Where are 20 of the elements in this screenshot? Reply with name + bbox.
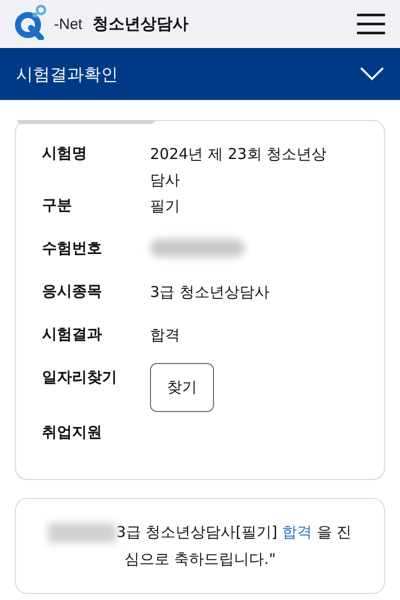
field-value: 3급 청소년상담사	[150, 282, 270, 303]
section-bar[interactable]: 시험결과확인	[0, 48, 400, 100]
field-label: 시험결과	[42, 324, 103, 345]
field-label: 응시종목	[42, 281, 103, 302]
congratulation-message: 3급 청소년상담사[필기] 합격 을 진심으로 축하드립니다."	[42, 519, 358, 573]
field-label: 구분	[42, 195, 73, 216]
field-value: 2024년 제 23회 청소년상담사	[150, 144, 328, 191]
find-button[interactable]: 찾기	[150, 363, 214, 412]
site-title[interactable]: 청소년상담사	[92, 14, 188, 34]
field-value: 합격	[150, 325, 181, 346]
field-label: 시험명	[42, 143, 88, 164]
menu-icon[interactable]	[356, 13, 386, 35]
field-label: 수험번호	[42, 238, 103, 259]
chevron-down-icon[interactable]	[360, 67, 384, 81]
section-title: 시험결과확인	[16, 64, 118, 86]
field-value: 필기	[150, 196, 181, 217]
logo-text: -Net	[54, 16, 82, 32]
field-label: 취업지원	[42, 422, 103, 443]
field-label: 일자리찾기	[42, 367, 118, 388]
redaction-blur	[48, 522, 116, 543]
